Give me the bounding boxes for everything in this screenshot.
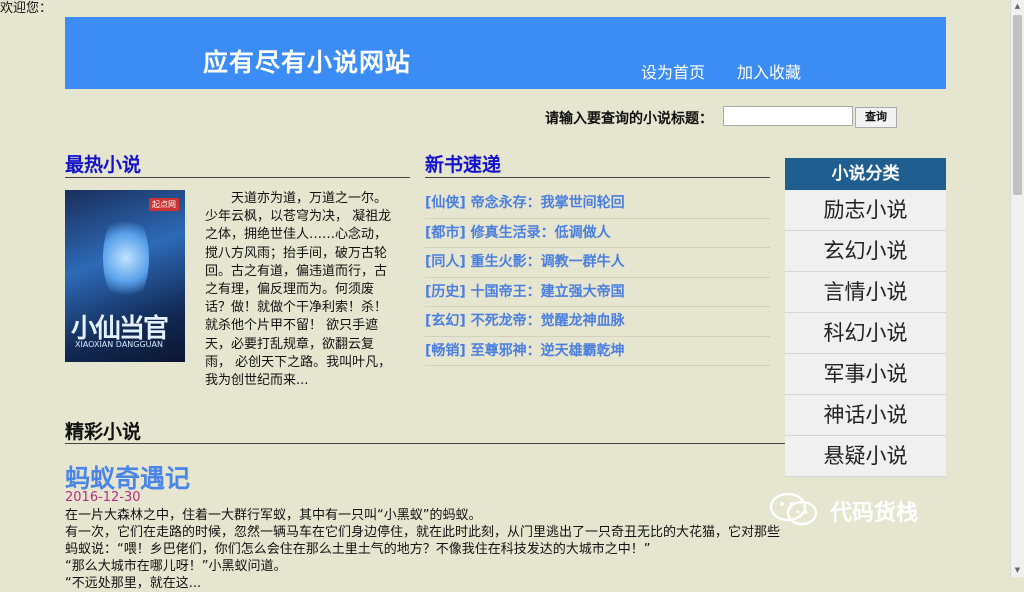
- add-bookmark-link[interactable]: 加入收藏: [737, 59, 801, 83]
- scroll-up-icon[interactable]: ▲: [1012, 1, 1023, 12]
- featured-divider: [65, 443, 785, 444]
- search-bar: 请输入要查询的小说标题： 查询: [545, 106, 905, 128]
- story-paragraph: “不远处那里，就在这...: [65, 576, 202, 591]
- cover-tag: 起点网: [149, 198, 179, 211]
- category-header: 小说分类: [785, 158, 946, 190]
- page-scrollbar[interactable]: ▲ ▼: [1010, 0, 1024, 577]
- site-header: 应有尽有小说网站 设为首页 加入收藏: [65, 17, 946, 89]
- wechat-icon: [769, 492, 818, 526]
- new-book-item[interactable]: [玄幻] 不死龙帝：觉醒龙神血脉: [425, 307, 770, 337]
- welcome-text: 欢迎您：: [0, 1, 53, 16]
- set-homepage-link[interactable]: 设为首页: [641, 59, 705, 83]
- watermark-text: 代码货栈: [830, 501, 919, 526]
- category-item-mystery[interactable]: 悬疑小说: [785, 436, 946, 477]
- scrollbar-thumb[interactable]: [1013, 15, 1022, 195]
- new-book-item[interactable]: [仙侠] 帝念永存：我掌世间轮回: [425, 189, 770, 219]
- story-body: 在一片大森林之中，住着一大群行军蚁，其中有一只叫“小黑蚁”的蚂蚁。 有一次，它们…: [65, 507, 785, 592]
- featured-novels-title: 精彩小说: [65, 421, 142, 443]
- new-books-list: [仙侠] 帝念永存：我掌世间轮回 [都市] 修真生活录：低调做人 [同人] 重生…: [425, 189, 770, 366]
- search-input[interactable]: [723, 106, 853, 126]
- story-paragraph: 在一片大森林之中，住着一大群行军蚁，其中有一只叫“小黑蚁”的蚂蚁。: [65, 508, 482, 523]
- cover-glow: [103, 210, 149, 306]
- new-book-item[interactable]: [畅销] 至尊邪神：逆天雄霸乾坤: [425, 337, 770, 366]
- category-item-military[interactable]: 军事小说: [785, 354, 946, 395]
- new-books-title: 新书速递: [425, 154, 502, 176]
- book-cover-image[interactable]: 起点网 小仙当官 XIAOXIAN DANGGUAN: [65, 190, 185, 362]
- search-button[interactable]: 查询: [855, 107, 897, 128]
- story-date: 2016-12-30: [65, 490, 141, 505]
- hot-novels-title: 最热小说: [65, 154, 142, 176]
- story-paragraph: 有一次，它们在走路的时候，忽然一辆马车在它们身边停住，就在此时此刻，从门里逃出了…: [65, 525, 781, 557]
- category-panel: 小说分类 励志小说 玄幻小说 言情小说 科幻小说 军事小说 神话小说 悬疑小说: [785, 158, 946, 477]
- new-book-item[interactable]: [历史] 十国帝王：建立强大帝国: [425, 278, 770, 307]
- new-book-item[interactable]: [同人] 重生火影：调教一群牛人: [425, 248, 770, 278]
- category-item-scifi[interactable]: 科幻小说: [785, 313, 946, 354]
- search-label: 请输入要查询的小说标题：: [545, 111, 713, 127]
- hot-novel-description: 天道亦为道，万道之一尔。少年云枫，以苍穹为决， 凝祖龙之体，拥绝世佳人……心念动…: [205, 191, 392, 389]
- cover-subtitle: XIAOXIAN DANGGUAN: [75, 340, 163, 349]
- category-item-mythology[interactable]: 神话小说: [785, 395, 946, 436]
- category-item-romance[interactable]: 言情小说: [785, 272, 946, 313]
- category-item-fantasy[interactable]: 玄幻小说: [785, 231, 946, 272]
- scroll-down-icon[interactable]: ▼: [1012, 565, 1023, 576]
- hot-novels-divider: [65, 177, 410, 178]
- story-paragraph: “那么大城市在哪儿呀！”小黑蚁问道。: [65, 559, 287, 574]
- new-book-item[interactable]: [都市] 修真生活录：低调做人: [425, 219, 770, 248]
- site-title: 应有尽有小说网站: [203, 48, 412, 77]
- new-books-divider: [425, 177, 770, 178]
- category-item-inspirational[interactable]: 励志小说: [785, 190, 946, 231]
